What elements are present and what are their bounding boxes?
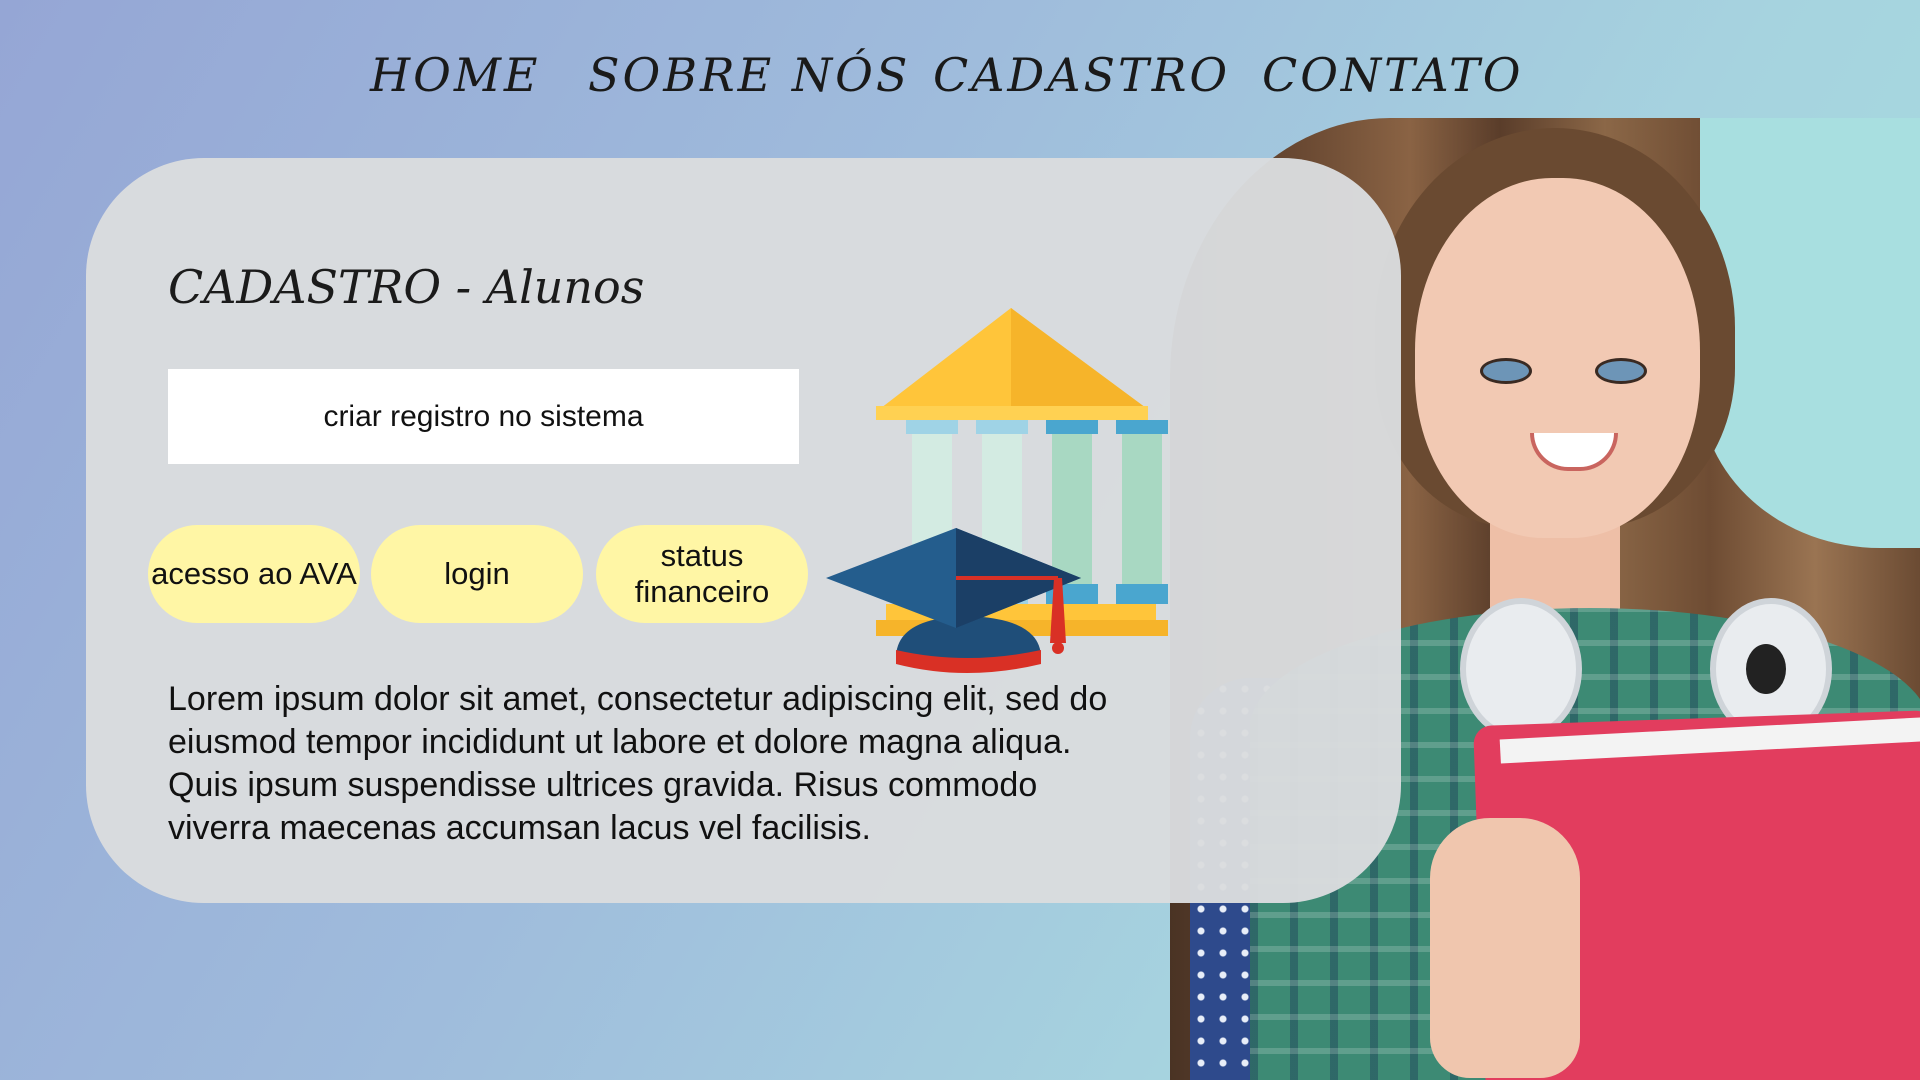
headphone-left [1460,598,1582,740]
create-registration-button[interactable]: criar registro no sistema [168,369,799,464]
financial-status-button[interactable]: status financeiro [596,525,808,623]
ava-access-button[interactable]: acesso ao AVA [148,525,360,623]
nav-home[interactable]: HOME [370,48,541,102]
right-eye [1595,358,1647,384]
top-navigation: HOME SOBRE NÓS CADASTRO CONTATO [0,40,1920,120]
description-text: Lorem ipsum dolor sit amet, consectetur … [168,680,1108,847]
nav-sobre-nos[interactable]: SOBRE NÓS [588,48,910,102]
registration-card: CADASTRO - Alunos criar registro no sist… [86,158,1401,903]
nav-cadastro[interactable]: CADASTRO [933,48,1230,102]
hand [1430,818,1580,1078]
face [1415,178,1700,538]
page-title: CADASTRO - Alunos [168,260,645,314]
graduation-cap-icon [826,528,1081,673]
university-illustration [826,308,1168,673]
nav-contato[interactable]: CONTATO [1262,48,1523,102]
login-button[interactable]: login [371,525,583,623]
left-eye [1480,358,1532,384]
